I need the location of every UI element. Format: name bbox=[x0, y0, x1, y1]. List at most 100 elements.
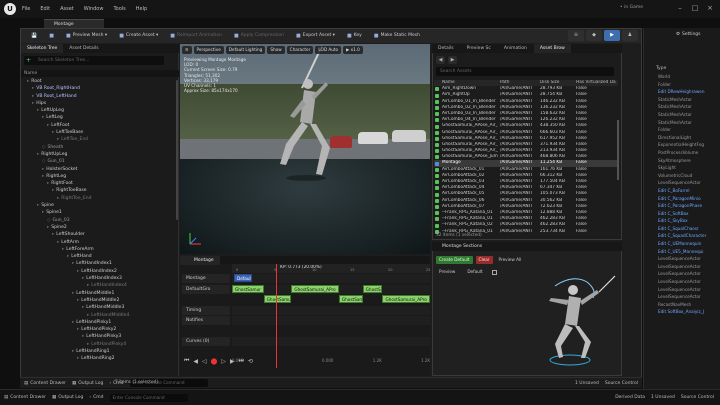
outliner-type-item[interactable]: Edit C_SoftBox bbox=[658, 210, 718, 218]
animation-segment[interactable]: GhostSamur bbox=[338, 295, 363, 303]
main-content-drawer-button[interactable]: ▤ Content Drawer bbox=[4, 395, 46, 400]
tab-animation[interactable]: Animation bbox=[498, 44, 533, 53]
viewport-button-1[interactable]: Perspective bbox=[193, 46, 224, 54]
bone-row[interactable]: ▸ LeftHandRing1 bbox=[21, 348, 179, 355]
main-cmd-dropdown[interactable]: › Cmd bbox=[89, 395, 103, 400]
bone-row[interactable]: ◇ Gun_03 bbox=[21, 217, 179, 224]
viewport-button-0[interactable]: ≡ bbox=[182, 46, 192, 54]
asset-scrollbar[interactable] bbox=[617, 120, 619, 180]
close-icon[interactable]: × bbox=[704, 3, 716, 13]
outliner-type-item[interactable]: Edit C_BoFarrel bbox=[658, 187, 718, 195]
timeline-track-timing[interactable]: Timing bbox=[182, 305, 230, 315]
play-icon[interactable]: ▷ bbox=[221, 358, 226, 365]
create-default-button[interactable]: Create Default bbox=[436, 256, 473, 264]
tab-montage-timeline[interactable]: Montage bbox=[180, 255, 220, 265]
bone-row[interactable]: ▸ VB Root_LeftHand bbox=[21, 93, 179, 100]
bone-row[interactable]: ▸ LeftToe_End bbox=[21, 136, 179, 143]
outliner-type-item[interactable]: Edit SoftBox_Anaiyiz_J bbox=[658, 308, 718, 316]
outliner-type-item[interactable]: Edit C_SqualChaosr bbox=[658, 225, 718, 233]
bone-row[interactable]: ▸ LeftHandIndex4 bbox=[21, 282, 179, 289]
bone-row[interactable]: ▸ LeftLeg bbox=[21, 114, 179, 121]
bone-row[interactable]: ◇ Gun_01 bbox=[21, 158, 179, 165]
menu-item-help[interactable]: Help bbox=[136, 6, 147, 12]
minimize-icon[interactable]: – bbox=[674, 3, 686, 13]
mode-button-1[interactable]: ◆ bbox=[586, 30, 602, 41]
bone-row[interactable]: ▸ RightToeBase bbox=[21, 187, 179, 194]
bone-row[interactable]: ▸ LeftToeBase bbox=[21, 129, 179, 136]
timeline-playhead[interactable] bbox=[275, 264, 277, 368]
menu-item-window[interactable]: Window bbox=[84, 6, 104, 12]
bone-row[interactable]: ▸ LeftHandIndex1 bbox=[21, 260, 179, 267]
bone-row[interactable]: ▸ LeftForeArm bbox=[21, 246, 179, 253]
bone-row[interactable]: ▸ LeftHand bbox=[21, 253, 179, 260]
animation-segment[interactable]: GhostSamur bbox=[263, 295, 292, 303]
menu-item-tools[interactable]: Tools bbox=[113, 6, 125, 12]
bone-row[interactable]: ▸ LeftArm bbox=[21, 239, 179, 246]
asset-search-input[interactable]: Search Assets bbox=[436, 67, 614, 76]
outliner-type-item[interactable]: Edit DRewHeighrawen bbox=[658, 88, 718, 96]
outliner-type-item[interactable]: Edit C_SkyBox bbox=[658, 217, 718, 225]
bone-row[interactable]: ▸ RightToe_End bbox=[21, 195, 179, 202]
main-unsaved-indicator[interactable]: 1 Unsaved bbox=[651, 395, 675, 400]
bone-row[interactable]: ▸ LeftHandRing2 bbox=[21, 355, 179, 362]
forward-icon[interactable]: ▶ bbox=[448, 56, 457, 64]
main-console-command-input[interactable]: Enter Console Command bbox=[109, 393, 188, 402]
bone-row[interactable]: ▸ LeftHandMiddle1 bbox=[21, 290, 179, 297]
bone-row[interactable]: ▸ LeftHandPinky4 bbox=[21, 341, 179, 348]
section-checkbox[interactable] bbox=[491, 269, 497, 275]
bone-row[interactable]: ▸ Spine bbox=[21, 202, 179, 209]
animation-segment[interactable]: GhostSamurai_APro bbox=[382, 295, 430, 303]
skip-start-icon[interactable]: ⏮ bbox=[184, 357, 189, 365]
output-log-button[interactable]: ▦ Output Log bbox=[72, 381, 103, 386]
main-output-log-button[interactable]: ▦ Output Log bbox=[52, 395, 83, 400]
bone-row[interactable]: ▸ RightFoot bbox=[21, 180, 179, 187]
timeline-track-area[interactable] bbox=[232, 316, 430, 325]
timeline-track-area[interactable] bbox=[232, 337, 430, 346]
outliner-type-item[interactable]: Edit C_ParagonMinio bbox=[658, 195, 718, 203]
source-control-button[interactable]: Source Control bbox=[605, 381, 638, 386]
tab-preview-sc[interactable]: Preview Sc bbox=[461, 44, 497, 53]
step-back-icon[interactable]: ◀ bbox=[193, 358, 198, 365]
content-drawer-button[interactable]: ▤ Content Drawer bbox=[24, 381, 66, 386]
back-icon[interactable]: ◀ bbox=[436, 56, 445, 64]
viewport-button-2[interactable]: Default Lighting bbox=[225, 46, 266, 54]
bone-row[interactable]: ▸ LeftHandPinky2 bbox=[21, 326, 179, 333]
animation-segment[interactable]: GhostSamur bbox=[232, 284, 264, 293]
animation-segment[interactable]: GhostSa bbox=[362, 284, 383, 293]
browse-button[interactable]: ■ bbox=[45, 31, 58, 41]
timeline-track-area[interactable] bbox=[232, 274, 430, 283]
bone-row[interactable]: ▸ LeftUpLeg bbox=[21, 107, 179, 114]
viewport-button-3[interactable]: Show bbox=[267, 46, 285, 54]
reimport-animation-button[interactable]: ■ Reimport Animation bbox=[166, 31, 226, 41]
tab-details[interactable]: Details bbox=[432, 44, 460, 53]
timeline-track-notifies[interactable]: Notifies bbox=[182, 316, 230, 325]
bone-row[interactable]: ▸ LeftHandIndex2 bbox=[21, 268, 179, 275]
add-socket-icon[interactable]: + bbox=[26, 57, 34, 64]
export-asset-button[interactable]: ■ Export Asset ▾ bbox=[292, 31, 339, 41]
preview-all-button[interactable]: Preview All bbox=[496, 256, 525, 264]
bone-row[interactable]: ▸ Root bbox=[21, 78, 179, 85]
clear-button[interactable]: Clear bbox=[475, 256, 493, 264]
outliner-type-item[interactable]: Edit C_UE5_Mannequi bbox=[658, 248, 718, 256]
outliner-type-item[interactable]: Edit C_UEMannequin bbox=[658, 240, 718, 248]
skeleton-search-input[interactable]: Search Skeleton Tree... bbox=[24, 56, 164, 65]
bone-row[interactable]: ▸ LeftHandMiddle2 bbox=[21, 297, 179, 304]
save-button[interactable]: 💾 bbox=[27, 31, 41, 41]
outliner-type-item[interactable]: Edit C_ParagonPhase bbox=[658, 202, 718, 210]
menu-item-file[interactable]: File bbox=[22, 6, 30, 12]
make-static-mesh-button[interactable]: ■ Make Static Mesh bbox=[370, 31, 424, 41]
menu-item-edit[interactable]: Edit bbox=[40, 6, 50, 12]
viewport-button-4[interactable]: Character bbox=[286, 46, 314, 54]
preview-button[interactable]: Preview bbox=[436, 268, 458, 276]
bone-row[interactable]: ▸ LeftHandPinky1 bbox=[21, 319, 179, 326]
unsaved-indicator[interactable]: 1 Unsaved bbox=[575, 381, 599, 386]
viewport-button-5[interactable]: LOD Auto bbox=[315, 46, 342, 54]
timeline-track-montage[interactable]: Montage bbox=[182, 274, 230, 283]
bone-row[interactable]: ▸ LeftFoot bbox=[21, 122, 179, 129]
maximize-icon[interactable]: □ bbox=[689, 3, 701, 13]
bone-row[interactable]: ▸ Spine2 bbox=[21, 224, 179, 231]
timeline-track-curves-[interactable]: Curves (0) bbox=[182, 337, 230, 346]
bone-row[interactable]: ▸ HolsterSocket bbox=[21, 166, 179, 173]
tab-montage[interactable]: Montage bbox=[44, 19, 104, 28]
outliner-type-item[interactable]: Edit C_SquadCharacter bbox=[658, 232, 718, 240]
